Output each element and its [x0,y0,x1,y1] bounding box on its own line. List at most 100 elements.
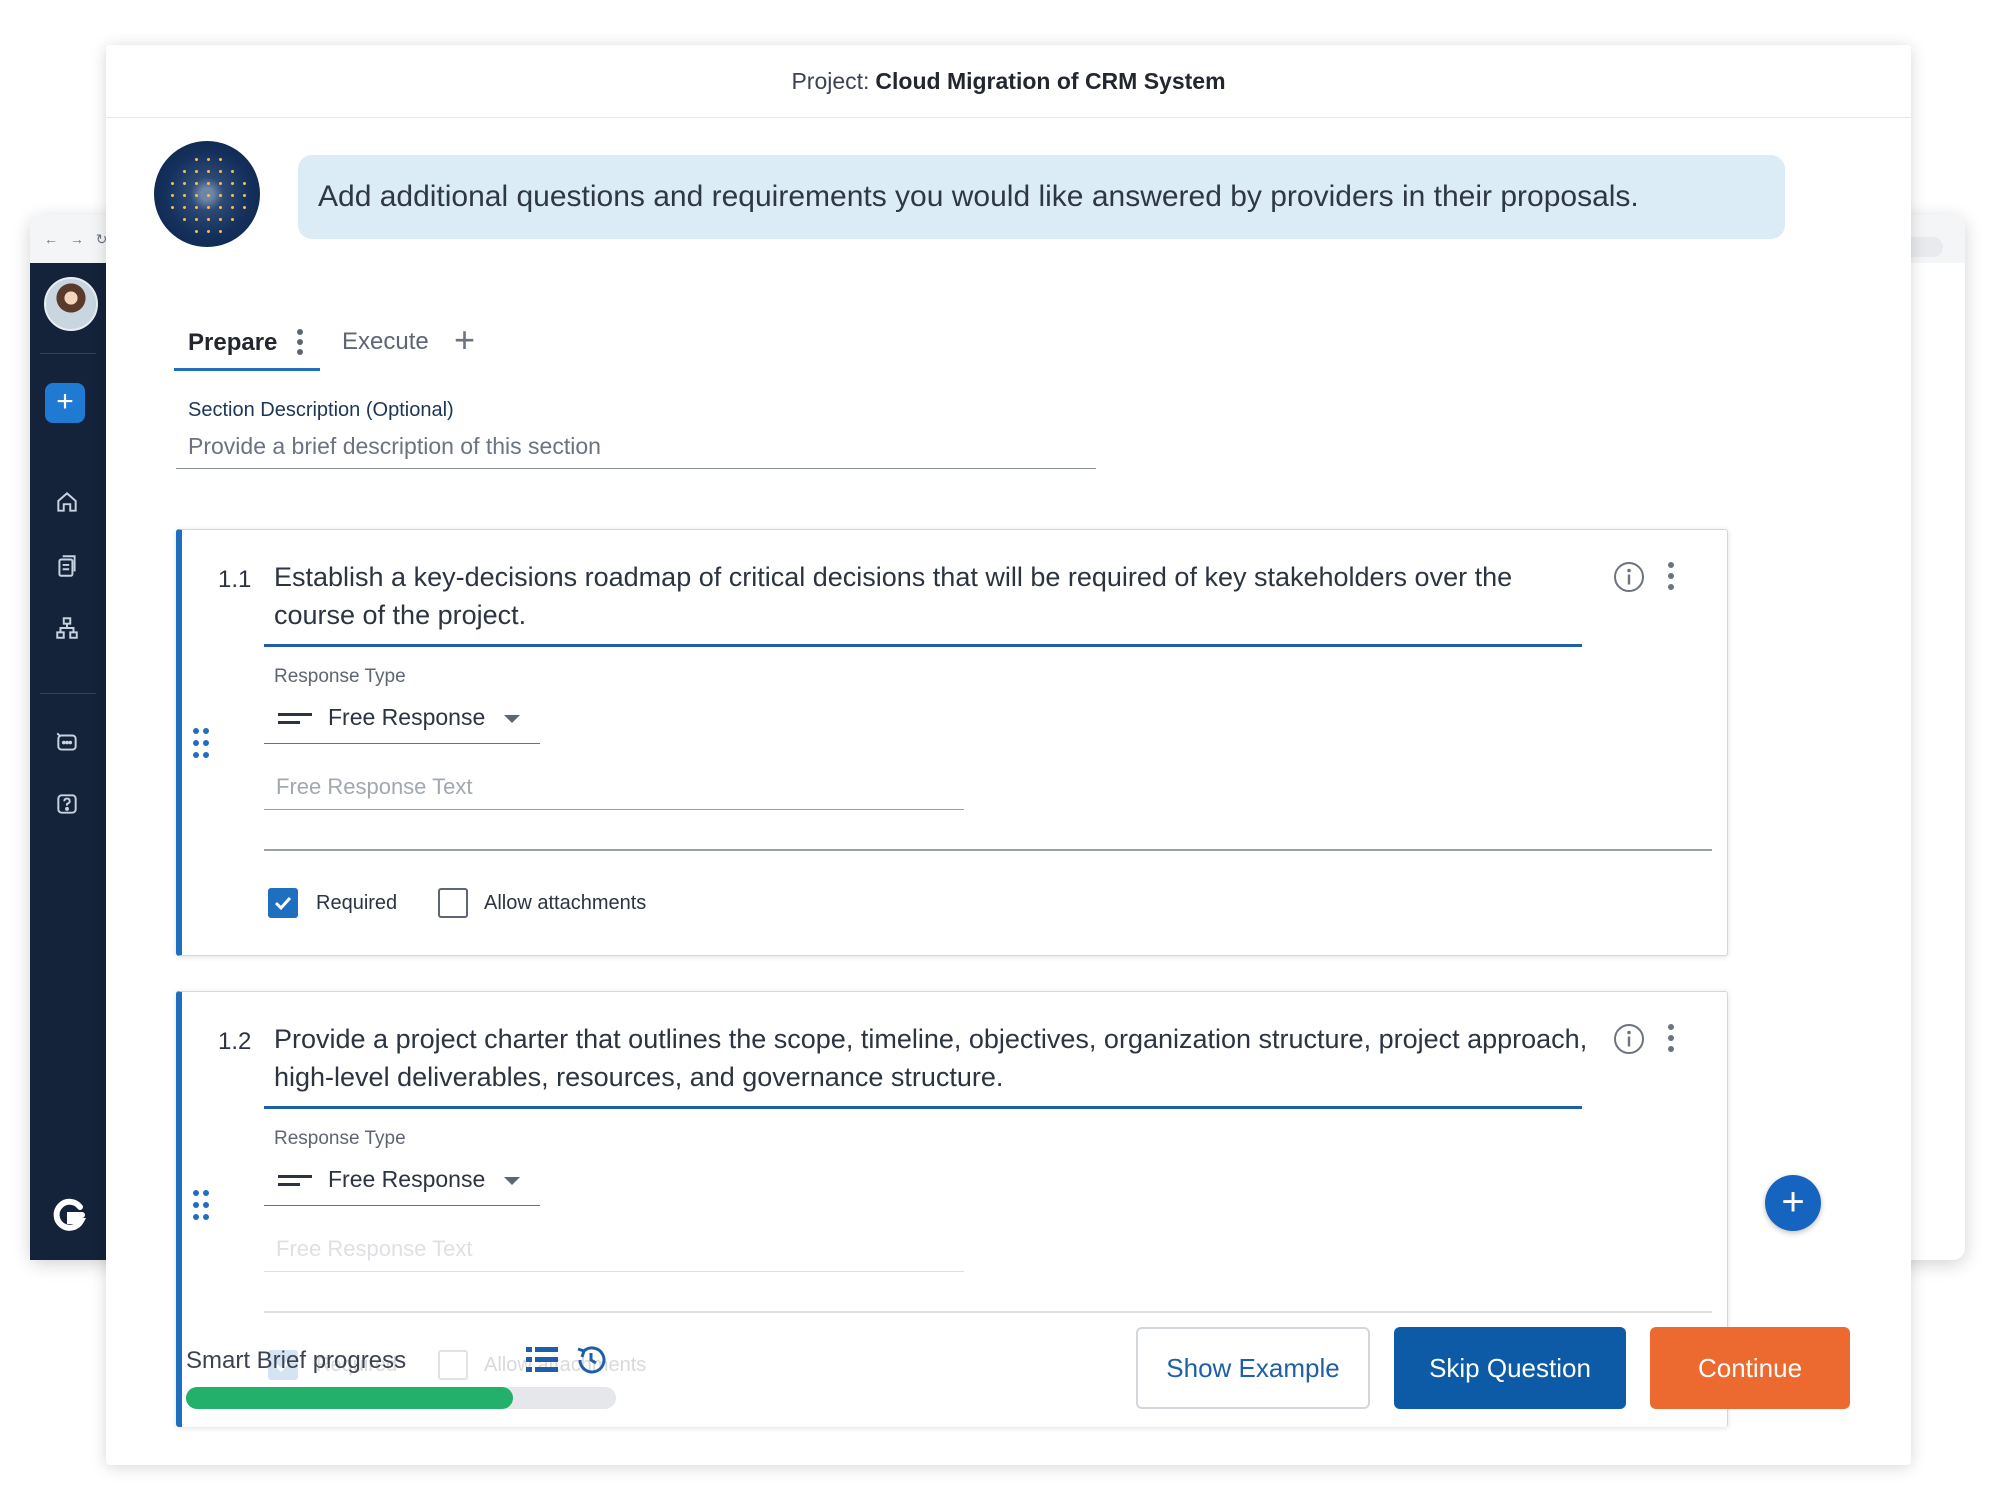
assistant-avatar [154,141,260,247]
avatar-dot [207,170,210,173]
avatar-dot [243,194,246,197]
card-divider [264,1311,1712,1313]
free-response-icon [278,1175,312,1186]
sidebar-add-button[interactable]: + [45,383,85,423]
avatar-dot [207,158,210,161]
avatar-dot [171,194,174,197]
avatar-dot [207,230,210,233]
avatar-dot [243,182,246,185]
drag-handle-icon[interactable] [190,726,212,760]
response-type-select[interactable]: Free Response [264,1154,540,1206]
avatar-dot [219,158,222,161]
avatar-dot [207,218,210,221]
logo-icon [46,1193,90,1237]
avatar-dot [219,218,222,221]
chat-icon[interactable] [50,725,84,759]
tab-execute[interactable]: Execute [342,328,429,356]
assistant-message-bubble: Add additional questions and requirement… [298,155,1785,239]
tab-more-icon[interactable] [296,327,304,357]
progress-bar-fill [186,1387,513,1409]
add-question-button[interactable]: + [1765,1175,1821,1231]
project-prefix: Project: [791,67,870,94]
checkmark-icon [274,896,292,911]
list-icon[interactable] [526,1345,558,1375]
sidebar-divider [40,353,96,354]
avatar-dot [207,182,210,185]
allow-attachments-label: Allow attachments [484,892,647,914]
avatar-dot [195,230,198,233]
question-underline [264,644,1582,647]
skip-question-button[interactable]: Skip Question [1394,1327,1626,1409]
user-avatar[interactable] [44,277,98,331]
question-text[interactable]: Establish a key-decisions roadmap of cri… [274,558,1594,634]
question-text[interactable]: Provide a project charter that outlines … [274,1020,1594,1096]
show-example-button[interactable]: Show Example [1136,1327,1370,1409]
avatar-dot [183,194,186,197]
question-card: 1.1 Establish a key-decisions roadmap of… [176,529,1728,956]
info-icon[interactable] [1612,1022,1646,1056]
required-checkbox[interactable] [268,888,298,918]
avatar-dot [195,218,198,221]
drag-handle-icon[interactable] [190,1188,212,1222]
avatar-dot [219,230,222,233]
progress-label: Smart Brief progress [186,1347,407,1374]
avatar-dot [207,206,210,209]
avatar-dot [231,194,234,197]
home-icon[interactable] [50,485,84,519]
more-vertical-icon[interactable] [1666,560,1676,592]
allow-attachments-checkbox[interactable] [438,1350,468,1380]
avatar-dot [231,206,234,209]
free-response-input[interactable] [264,764,964,810]
continue-button[interactable]: Continue [1650,1327,1850,1409]
avatar-dot [195,170,198,173]
free-response-icon [278,713,312,724]
project-header: Project: Cloud Migration of CRM System [106,45,1911,118]
org-chart-icon[interactable] [50,611,84,645]
chevron-down-icon [504,715,520,723]
avatar-dot [195,158,198,161]
history-icon[interactable] [574,1343,608,1377]
tab-prepare-label: Prepare [188,329,278,356]
avatar-dot [219,182,222,185]
avatar-dot [195,182,198,185]
avatar-dot [183,170,186,173]
avatar-dot [183,206,186,209]
avatar-dot [231,218,234,221]
response-type-label: Response Type [274,666,406,687]
tab-prepare[interactable]: Prepare [174,315,320,371]
project-name: Cloud Migration of CRM System [875,67,1226,94]
add-tab-icon[interactable]: + [454,319,475,361]
documents-icon[interactable] [50,549,84,583]
brief-editor-panel: Project: Cloud Migration of CRM System A… [106,45,1911,1465]
avatar-dot [195,206,198,209]
avatar-dot [195,194,198,197]
question-number: 1.1 [218,566,252,593]
sidebar-divider [40,693,96,694]
question-number: 1.2 [218,1028,252,1055]
avatar-dot [219,206,222,209]
info-icon[interactable] [1612,560,1646,594]
response-type-value: Free Response [328,704,486,730]
allow-attachments-checkbox[interactable] [438,888,468,918]
avatar-dot [243,206,246,209]
avatar-dot [171,206,174,209]
avatar-dot [171,182,174,185]
section-description-input[interactable] [176,425,1096,469]
question-underline [264,1106,1582,1109]
browser-nav-icons: ← → ↻ [44,231,112,247]
avatar-dot [219,194,222,197]
more-vertical-icon[interactable] [1666,1022,1676,1054]
avatar-dot [207,194,210,197]
response-type-label: Response Type [274,1128,406,1149]
response-type-select[interactable]: Free Response [264,692,540,744]
avatar-dot [183,218,186,221]
avatar-dot [183,182,186,185]
section-description-label: Section Description (Optional) [188,399,454,421]
chevron-down-icon [504,1177,520,1185]
progress-bar [186,1387,616,1409]
free-response-input[interactable] [264,1226,964,1272]
app-sidebar: + [30,263,106,1260]
help-icon[interactable] [50,787,84,821]
required-label: Required [316,892,398,914]
avatar-dot [231,170,234,173]
